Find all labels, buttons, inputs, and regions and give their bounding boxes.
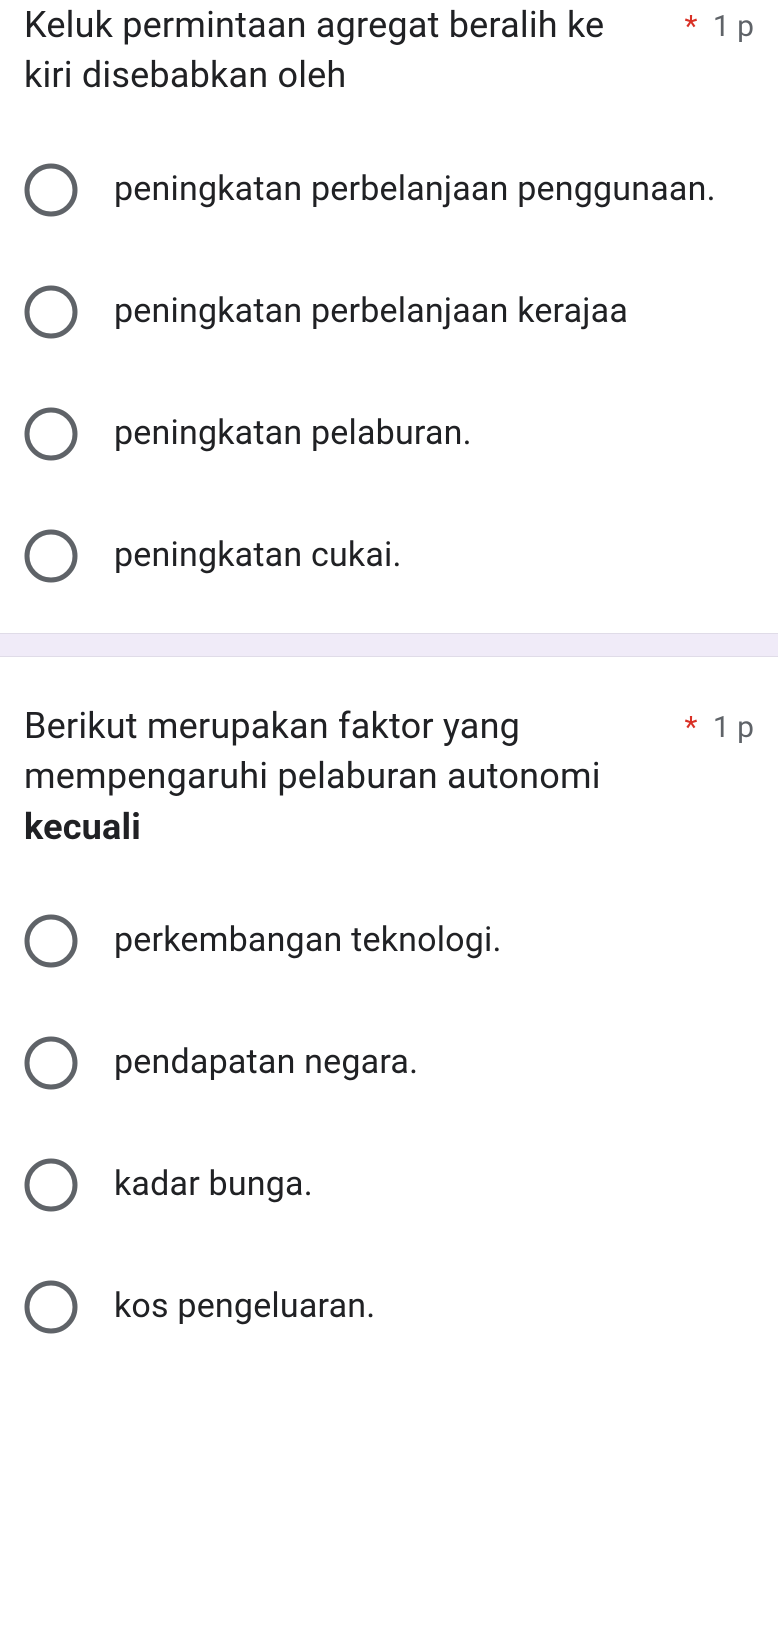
option-row[interactable]: perkembangan teknologi. [24, 914, 754, 968]
radio-button[interactable] [24, 529, 78, 583]
option-label: peningkatan pelaburan. [114, 411, 472, 457]
option-row[interactable]: peningkatan perbelanjaan kerajaa [24, 285, 754, 339]
card-divider [0, 633, 778, 657]
question-meta: * 1 p [672, 701, 754, 749]
option-label: kos pengeluaran. [114, 1284, 375, 1330]
options-group: peningkatan perbelanjaan penggunaan. pen… [24, 163, 754, 583]
question-text-bold: kecuali [24, 806, 141, 848]
radio-button[interactable] [24, 1158, 78, 1212]
radio-unchecked-icon [24, 1280, 78, 1334]
question-header: Berikut merupakan faktor yang mempengaru… [24, 701, 754, 852]
options-group: perkembangan teknologi. pendapatan negar… [24, 914, 754, 1334]
points-label: 1 p [713, 710, 754, 745]
question-text-main: Keluk permintaan agregat beralih ke kiri… [24, 4, 604, 96]
radio-unchecked-icon [24, 285, 78, 339]
radio-button[interactable] [24, 914, 78, 968]
option-row[interactable]: pendapatan negara. [24, 1036, 754, 1090]
radio-button[interactable] [24, 1036, 78, 1090]
option-label: peningkatan perbelanjaan kerajaa [114, 289, 628, 335]
radio-button[interactable] [24, 1280, 78, 1334]
question-text: Berikut merupakan faktor yang mempengaru… [24, 701, 644, 852]
question-text-main: Berikut merupakan faktor yang mempengaru… [24, 705, 601, 797]
required-asterisk: * [684, 710, 697, 745]
points-label: 1 p [713, 9, 754, 44]
radio-unchecked-icon [24, 914, 78, 968]
option-label: peningkatan perbelanjaan penggunaan. [114, 167, 716, 213]
option-label: perkembangan teknologi. [114, 918, 502, 964]
option-row[interactable]: kadar bunga. [24, 1158, 754, 1212]
required-asterisk: * [684, 9, 697, 44]
option-row[interactable]: kos pengeluaran. [24, 1280, 754, 1334]
radio-unchecked-icon [24, 407, 78, 461]
radio-unchecked-icon [24, 529, 78, 583]
radio-unchecked-icon [24, 1036, 78, 1090]
radio-unchecked-icon [24, 163, 78, 217]
question-meta: * 1 p [672, 0, 754, 48]
option-row[interactable]: peningkatan perbelanjaan penggunaan. [24, 163, 754, 217]
option-row[interactable]: peningkatan pelaburan. [24, 407, 754, 461]
question-card: Keluk permintaan agregat beralih ke kiri… [0, 0, 778, 633]
option-label: pendapatan negara. [114, 1040, 418, 1086]
option-row[interactable]: peningkatan cukai. [24, 529, 754, 583]
radio-button[interactable] [24, 163, 78, 217]
question-card: Berikut merupakan faktor yang mempengaru… [0, 657, 778, 1384]
question-header: Keluk permintaan agregat beralih ke kiri… [24, 0, 754, 101]
option-label: peningkatan cukai. [114, 533, 402, 579]
radio-button[interactable] [24, 407, 78, 461]
question-text: Keluk permintaan agregat beralih ke kiri… [24, 0, 644, 101]
radio-button[interactable] [24, 285, 78, 339]
option-label: kadar bunga. [114, 1162, 313, 1208]
radio-unchecked-icon [24, 1158, 78, 1212]
